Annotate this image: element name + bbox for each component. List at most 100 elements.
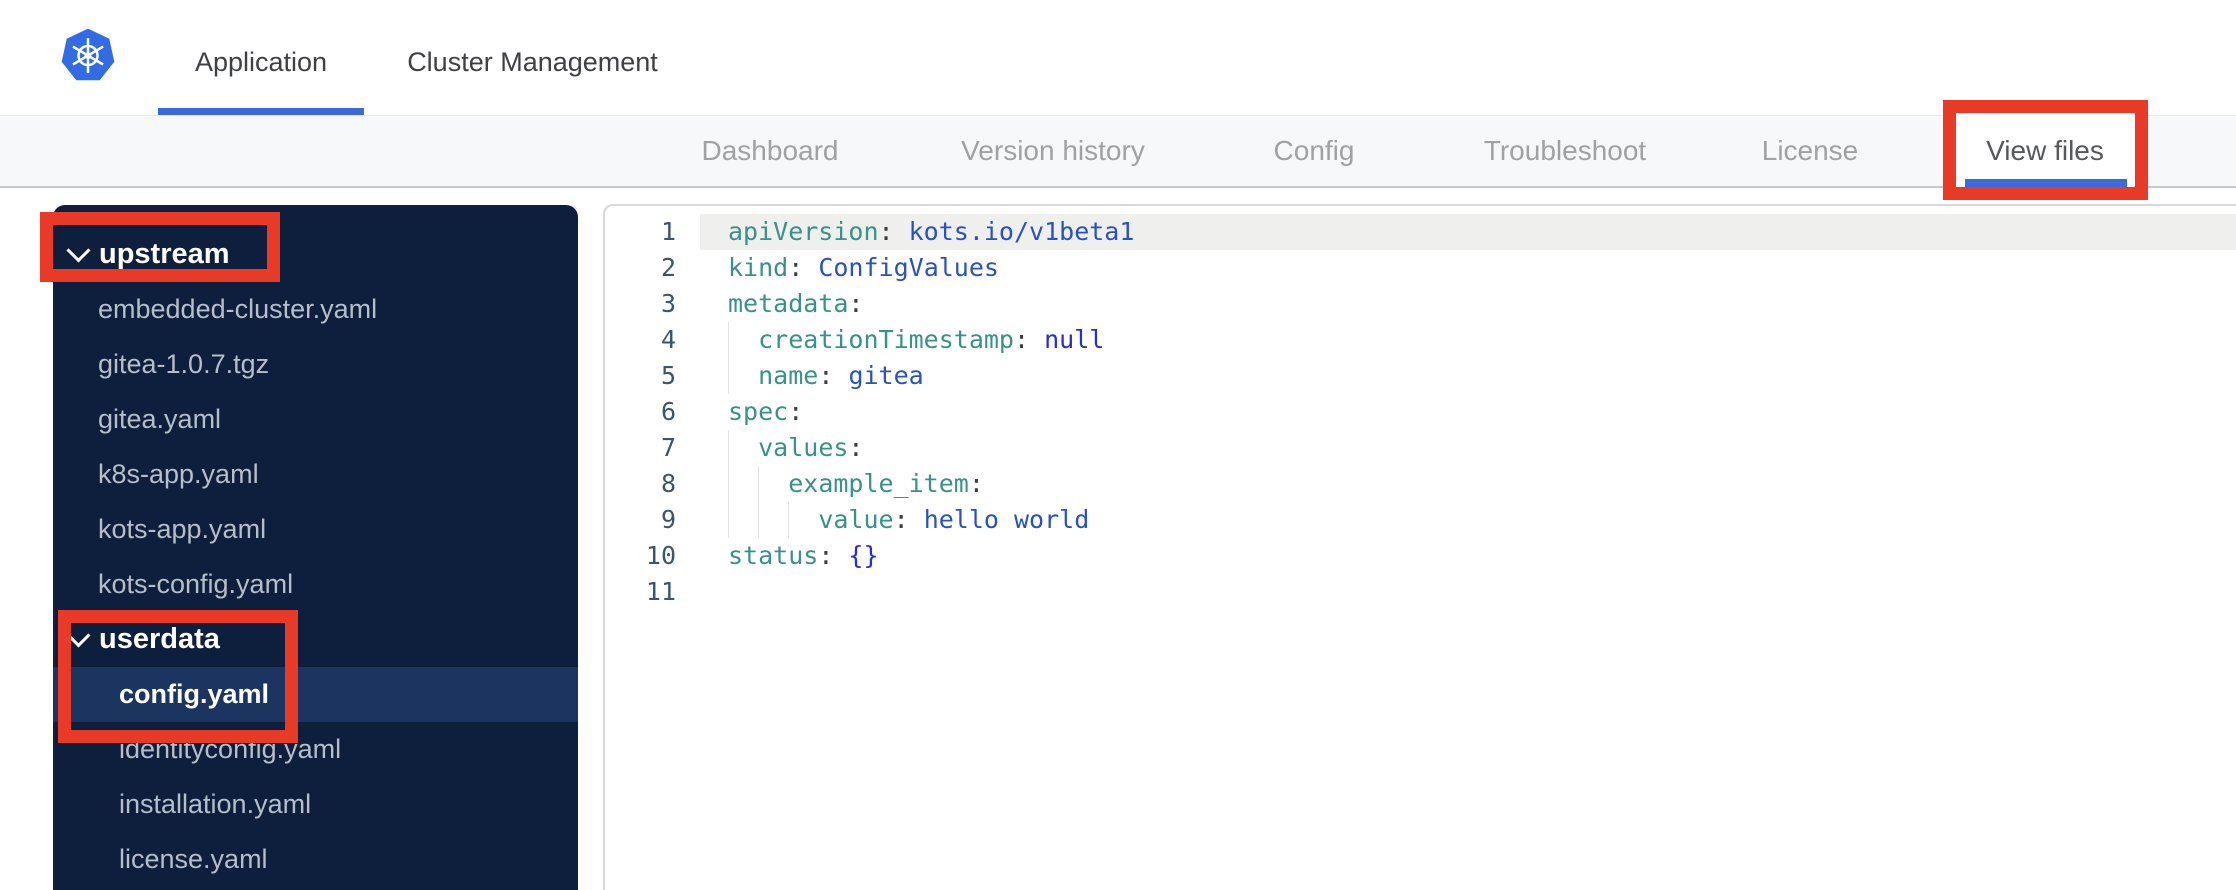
line-number: 5 — [660, 361, 676, 390]
token-str: hello world — [908, 505, 1090, 534]
tree-item-label: gitea.yaml — [98, 404, 222, 434]
indent-guide — [758, 466, 760, 502]
chevron-down-icon — [66, 238, 91, 263]
tree-item-label: kots-config.yaml — [98, 569, 294, 599]
line-number: 2 — [660, 253, 676, 282]
token-str: gitea — [833, 361, 924, 390]
token-punc: : — [848, 289, 864, 318]
code-text: metadata: — [700, 286, 2236, 322]
token-key: creationTimestamp — [758, 325, 1014, 354]
token-const: null — [1029, 325, 1105, 354]
code-line-4: 4 creationTimestamp: null — [605, 322, 2236, 358]
line-number: 3 — [660, 289, 676, 318]
tree-item-label: k8s-app.yaml — [98, 459, 259, 489]
code-editor[interactable]: 1 apiVersion: kots.io/v1beta1 2 kind: Confi… — [603, 204, 2236, 890]
token-key: values — [758, 433, 849, 462]
code-line-5: 5 name: gitea — [605, 358, 2236, 394]
tree-file-config.yaml[interactable]: config.yaml — [53, 667, 578, 722]
token-str: kots.io/v1beta1 — [893, 217, 1135, 246]
sub-tab-config[interactable]: Config — [1274, 116, 1355, 186]
indent-guide — [728, 358, 729, 394]
indent-guide — [728, 502, 729, 538]
tree-folder-userdata[interactable]: userdata — [53, 612, 578, 667]
code-text: values: — [700, 430, 2236, 466]
sub-tab-troubleshoot[interactable]: Troubleshoot — [1484, 116, 1646, 186]
tree-item-label: identityconfig.yaml — [119, 734, 342, 764]
tree-item-label: config.yaml — [119, 679, 270, 709]
token-const: {} — [833, 541, 879, 570]
indent-guide — [788, 502, 790, 538]
tree-file-gitea.yaml[interactable]: gitea.yaml — [53, 392, 578, 447]
tree-file-kots-app.yaml[interactable]: kots-app.yaml — [53, 502, 578, 557]
token-punc: : — [1013, 325, 1030, 354]
indent-guide — [728, 466, 729, 502]
active-tab-underline — [158, 108, 364, 115]
tree-file-installation.yaml[interactable]: installation.yaml — [53, 777, 578, 832]
top-tab-cluster-management[interactable]: Cluster Management — [375, 0, 690, 115]
tree-item-label: kots-app.yaml — [98, 514, 267, 544]
tree-item-label: license.yaml — [119, 844, 268, 874]
kubernetes-logo-icon — [61, 28, 115, 81]
tree-file-embedded-cluster.yaml[interactable]: embedded-cluster.yaml — [53, 282, 578, 337]
token-key: spec — [728, 397, 789, 426]
code-text: value: hello world — [700, 502, 2236, 538]
token-key: apiVersion — [728, 217, 879, 246]
line-number: 6 — [660, 397, 676, 426]
top-nav: Application Cluster Management — [0, 0, 2236, 115]
token-punc: : — [788, 253, 804, 282]
code-line-11: 11 — [605, 574, 2236, 610]
tree-file-gitea-1.0.7.tgz[interactable]: gitea-1.0.7.tgz — [53, 337, 578, 392]
tree-file-kots-config.yaml[interactable]: kots-config.yaml — [53, 557, 578, 612]
token-punc: : — [968, 469, 984, 498]
top-tab-application[interactable]: Application — [158, 0, 364, 115]
top-tab-label: Cluster Management — [407, 47, 658, 77]
tree-item-label: userdata — [99, 623, 220, 655]
token-punc: : — [818, 361, 834, 390]
indent-guide — [758, 502, 760, 538]
tree-file-k8s-app.yaml[interactable]: k8s-app.yaml — [53, 447, 578, 502]
line-number: 8 — [660, 469, 676, 498]
line-number: 9 — [660, 505, 676, 534]
tree-file-license.yaml[interactable]: license.yaml — [53, 832, 578, 887]
token-key: example_item — [788, 469, 969, 498]
token-key: metadata — [728, 289, 849, 318]
indent-guide — [728, 430, 729, 466]
sub-tab-version-history[interactable]: Version history — [961, 116, 1145, 186]
tree-file-identityconfig.yaml[interactable]: identityconfig.yaml — [53, 722, 578, 777]
token-key: value — [818, 505, 894, 534]
code-text: apiVersion: kots.io/v1beta1 — [700, 214, 2236, 250]
sub-tab-license[interactable]: License — [1762, 116, 1859, 186]
indent-guide — [728, 322, 729, 358]
code-line-6: 6 spec: — [605, 394, 2236, 430]
code-line-2: 2 kind: ConfigValues — [605, 250, 2236, 286]
code-line-8: 8 example_item: — [605, 466, 2236, 502]
token-str: ConfigValues — [803, 253, 999, 282]
sub-tab-dashboard[interactable]: Dashboard — [702, 116, 839, 186]
code-text: status: {} — [700, 538, 2236, 574]
line-number: 4 — [660, 325, 676, 354]
code-line-7: 7 values: — [605, 430, 2236, 466]
token-key: name — [758, 361, 819, 390]
code-line-3: 3 metadata: — [605, 286, 2236, 322]
code-text: example_item: — [700, 466, 2236, 502]
tree-folder-upstream[interactable]: upstream — [53, 227, 578, 282]
kots-admin-console: Application Cluster Management Dashboard V… — [0, 0, 2236, 890]
sub-tab-view-files[interactable]: View files — [1986, 116, 2104, 186]
code-text: name: gitea — [700, 358, 2236, 394]
code-line-9: 9 value: hello world — [605, 502, 2236, 538]
token-punc: : — [848, 433, 864, 462]
token-punc: : — [788, 397, 804, 426]
tree-item-label: gitea-1.0.7.tgz — [98, 349, 270, 379]
code-text: creationTimestamp: null — [700, 322, 2236, 358]
token-punc: : — [893, 505, 909, 534]
token-key: status — [728, 541, 819, 570]
token-key: kind — [728, 253, 789, 282]
top-tab-label: Application — [194, 47, 328, 77]
tree-item-label: installation.yaml — [119, 789, 312, 819]
file-tree-sidebar: upstream embedded-cluster.yaml gitea-1.0.7… — [53, 205, 578, 890]
tree-item-label: embedded-cluster.yaml — [98, 294, 378, 324]
line-number: 11 — [645, 577, 676, 606]
line-number: 7 — [660, 433, 676, 462]
line-number: 1 — [660, 217, 676, 246]
